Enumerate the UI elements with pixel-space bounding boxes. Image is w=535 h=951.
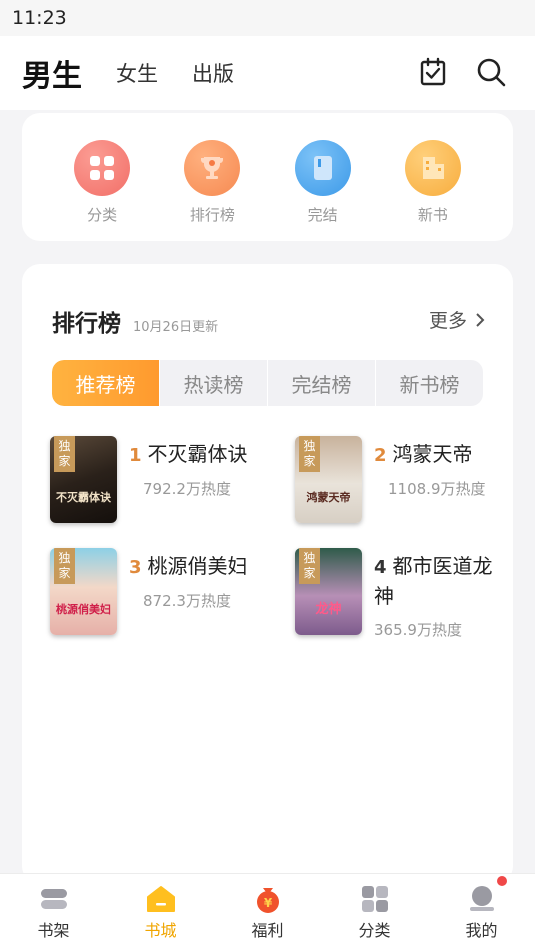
nav-label: 福利: [251, 921, 284, 940]
book-heat: 365.9万热度: [374, 621, 462, 639]
book-title: 4 都市医道龙神: [374, 552, 493, 611]
book-cover: 独家 鸿蒙天帝: [295, 436, 362, 523]
tab-female[interactable]: 女生: [116, 58, 158, 88]
book-item[interactable]: 独家 不灭霸体诀 1 不灭霸体诀 792.2万热度: [50, 436, 280, 523]
category-new[interactable]: 新书: [393, 140, 473, 225]
grid-icon: [361, 886, 388, 912]
category-classify[interactable]: 分类: [62, 140, 142, 225]
book-item[interactable]: 独家 鸿蒙天帝 2 鸿蒙天帝 1108.9万热度: [295, 436, 525, 523]
tab-hot[interactable]: 热读榜: [160, 360, 268, 406]
trophy-icon: [184, 140, 241, 196]
rank-number: 4: [374, 557, 387, 578]
exclusive-badge: 独家: [299, 548, 320, 584]
chevron-right-icon: [476, 312, 485, 327]
top-nav: 男生 女生 出版: [0, 36, 535, 110]
exclusive-badge: 独家: [54, 436, 75, 472]
money-bag-icon: ¥: [256, 888, 279, 913]
cover-title: 桃源俏美妇: [56, 603, 111, 616]
ranking-card: 排行榜 10月26日更新 更多 推荐榜 热读榜 完结榜 新书榜 独家 不灭霸体诀…: [22, 264, 513, 884]
nav-welfare[interactable]: ¥ 福利: [233, 884, 303, 941]
status-time: 11:23: [12, 7, 67, 29]
rank-number: 3: [129, 557, 142, 578]
tab-recommend[interactable]: 推荐榜: [52, 360, 160, 406]
cover-title: 鸿蒙天帝: [306, 491, 351, 504]
book-heat: 792.2万热度: [143, 480, 231, 498]
category-card: 分类 排行榜 完结 新书: [22, 113, 513, 241]
nav-label: 书城: [144, 921, 177, 940]
exclusive-badge: 独家: [299, 436, 320, 472]
tab-publish[interactable]: 出版: [192, 58, 234, 88]
category-label: 新书: [417, 206, 448, 224]
status-bar: 11:23: [0, 0, 535, 36]
more-label: 更多: [428, 310, 467, 332]
nav-bookshelf[interactable]: 书架: [19, 884, 89, 941]
search-icon[interactable]: [475, 56, 507, 88]
category-label: 分类: [87, 206, 118, 224]
book-heat: 872.3万热度: [143, 592, 231, 610]
nav-category[interactable]: 分类: [340, 884, 410, 941]
cover-title: 龙神: [315, 602, 342, 617]
svg-text:¥: ¥: [263, 896, 272, 910]
tab-male[interactable]: 男生: [20, 51, 84, 99]
nav-label: 分类: [358, 921, 391, 940]
exclusive-badge: 独家: [54, 548, 75, 584]
category-ranking[interactable]: 排行榜: [172, 140, 252, 225]
book-item[interactable]: 独家 龙神 4 都市医道龙神 365.9万热度: [295, 548, 525, 640]
user-icon: [469, 886, 494, 911]
calendar-check-icon[interactable]: [417, 56, 449, 88]
book-cover: 独家 不灭霸体诀: [50, 436, 117, 523]
book-item[interactable]: 独家 桃源俏美妇 3 桃源俏美妇 872.3万热度: [50, 548, 280, 635]
nav-profile[interactable]: 我的: [447, 876, 517, 941]
book-title: 2 鸿蒙天帝: [374, 440, 486, 470]
rank-number: 2: [374, 445, 387, 466]
ranking-tabs: 推荐榜 热读榜 完结榜 新书榜: [52, 360, 483, 406]
nav-label: 我的: [465, 921, 498, 940]
home-icon: [146, 886, 175, 912]
ranking-title: 排行榜: [52, 311, 121, 337]
book-cover: 独家 龙神: [295, 548, 362, 635]
category-label: 排行榜: [189, 206, 235, 224]
category-finished[interactable]: 完结: [283, 140, 363, 225]
book-heat: 1108.9万热度: [388, 480, 486, 498]
grid-icon: [74, 140, 131, 196]
more-link[interactable]: 更多: [429, 306, 485, 333]
bottom-nav: 书架 书城 ¥ 福利 分类 我的: [0, 873, 535, 951]
book-icon: [294, 140, 351, 196]
building-icon: [404, 140, 461, 196]
book-name: 都市医道龙: [392, 554, 493, 578]
nav-label: 书架: [37, 921, 70, 940]
tab-finished[interactable]: 完结榜: [268, 360, 376, 406]
ranking-update-date: 10月26日更新: [133, 320, 219, 335]
rank-number: 1: [129, 445, 142, 466]
category-label: 完结: [307, 206, 338, 224]
bookshelf-icon: [40, 889, 67, 909]
book-name: 不灭霸体诀: [147, 442, 248, 466]
book-title: 3 桃源俏美妇: [129, 552, 248, 582]
book-title: 1 不灭霸体诀: [129, 440, 248, 470]
cover-title: 不灭霸体诀: [56, 491, 111, 504]
nav-bookstore[interactable]: 书城: [126, 884, 196, 941]
notification-dot: [496, 876, 507, 886]
book-cover: 独家 桃源俏美妇: [50, 548, 117, 635]
book-name-cont: 神: [374, 584, 394, 608]
book-name: 鸿蒙天帝: [392, 442, 473, 466]
book-name: 桃源俏美妇: [147, 554, 248, 578]
tab-new[interactable]: 新书榜: [376, 360, 483, 406]
